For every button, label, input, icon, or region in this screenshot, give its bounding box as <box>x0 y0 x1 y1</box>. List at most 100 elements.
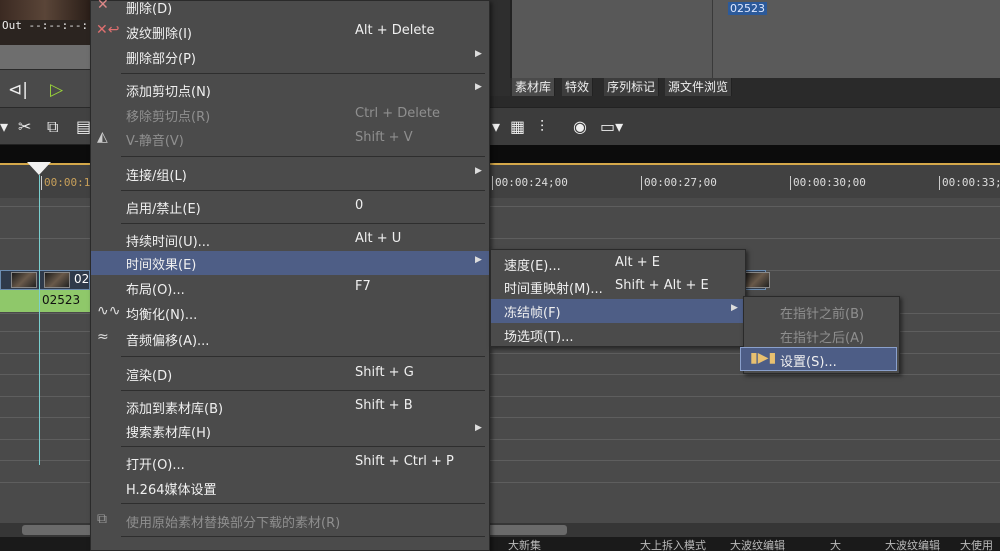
menu-item-label: 速度(E)... <box>504 259 561 274</box>
status-item: 大新集 <box>508 539 541 551</box>
menu-item-label: 添加剪切点(N) <box>126 85 211 100</box>
submenu-arrow-icon: ▶ <box>475 49 482 59</box>
ruler-tick: 00:00:27;00 <box>641 176 717 190</box>
audio-offset-icon: ≈ <box>97 329 109 345</box>
submenu-arrow-icon: ▶ <box>475 166 482 176</box>
submenu-arrow-icon: ▶ <box>475 255 482 265</box>
scissors-icon[interactable]: ✂ <box>18 117 31 136</box>
menu-item-video-mute[interactable]: ◭ V-静音(V) Shift + V <box>91 127 489 151</box>
clip-thumbnail <box>11 272 37 288</box>
clip-thumbnail <box>744 272 770 288</box>
menu-separator <box>121 73 485 74</box>
vectorscope-icon[interactable]: ◉ <box>573 117 587 136</box>
menu-item-shortcut: 0 <box>355 198 364 213</box>
menu-item-before-pointer[interactable]: 在指针之前(B) <box>744 300 899 324</box>
menu-item-label: 在指针之前(B) <box>780 307 865 322</box>
menu-item-shortcut: Shift + V <box>355 130 413 145</box>
status-item: 大使用帧 <box>960 539 993 551</box>
status-item: 大波纹编辑 <box>885 539 940 551</box>
monitor-strip <box>0 45 90 69</box>
menu-item-link-group[interactable]: 连接/组(L) ▶ <box>91 162 489 186</box>
tab-sequence-markers[interactable]: 序列标记 <box>604 78 660 96</box>
tab-bin[interactable]: 素材库 <box>512 78 556 96</box>
freeze-frame-submenu: 在指针之前(B) 在指针之后(A) ▮▶▮ 设置(S)... <box>740 296 900 374</box>
menu-item-h264-settings[interactable]: H.264媒体设置 <box>91 476 489 500</box>
menu-item-time-effect[interactable]: 时间效果(E) ▶ <box>91 251 489 275</box>
dropdown-icon[interactable]: ▾ <box>492 117 500 136</box>
menu-item-label: 渲染(D) <box>126 369 173 384</box>
menu-item-enable-disable[interactable]: 启用/禁止(E) 0 <box>91 195 489 219</box>
menu-item-open[interactable]: 打开(O)... Shift + Ctrl + P <box>91 451 489 475</box>
copy-icon[interactable]: ⧉ <box>47 117 58 137</box>
menu-item-freeze-settings[interactable]: ▮▶▮ 设置(S)... <box>740 347 897 371</box>
window-menu-icon[interactable]: ▭▾ <box>600 117 623 136</box>
menu-item-label: 场选项(T)... <box>504 330 574 345</box>
paste-icon[interactable]: ▤ <box>76 117 91 136</box>
menu-item-audio-offset[interactable]: ≈ 音频偏移(A)... <box>91 327 489 351</box>
play-icon[interactable]: ▷ <box>50 80 63 100</box>
tab-source-browser[interactable]: 源文件浏览 <box>665 78 733 96</box>
menu-item-label: 添加到素材库(B) <box>126 402 224 417</box>
bin-clip-label[interactable]: 02523 <box>728 2 767 15</box>
menu-item-shortcut: Shift + Ctrl + P <box>355 454 454 469</box>
menu-item-replace-source[interactable]: ⧉ 使用原始素材替换部分下载的素材(R) <box>91 509 489 533</box>
menu-item-normalize[interactable]: ∿∿ 均衡化(N)... <box>91 301 489 325</box>
menu-item-remove-cut[interactable]: 移除剪切点(R) Ctrl + Delete <box>91 103 489 127</box>
menu-item-shortcut: F7 <box>355 279 371 294</box>
menu-item-shortcut: Alt + U <box>355 231 402 246</box>
tab-effects[interactable]: 特效 <box>562 78 594 96</box>
menu-item-label: 搜索素材库(H) <box>126 426 211 441</box>
time-effect-submenu: 速度(E)... Alt + E 时间重映射(M)... Shift + Alt… <box>490 249 746 347</box>
step-back-icon[interactable]: ⊲| <box>8 80 28 100</box>
mixer-icon[interactable]: ⫶ <box>540 117 544 137</box>
waveform-icon: ∿∿ <box>97 303 121 319</box>
menu-separator <box>121 503 485 504</box>
menu-item-add-to-bin[interactable]: 添加到素材库(B) Shift + B <box>91 395 489 419</box>
menu-item-freeze-frame[interactable]: 冻结帧(F) ▶ <box>491 299 745 323</box>
menu-item-search-bin[interactable]: 搜索素材库(H) ▶ <box>91 419 489 443</box>
menu-item-render[interactable]: 渲染(D) Shift + G <box>91 362 489 386</box>
video-clip[interactable]: 02 <box>0 270 90 290</box>
menu-item-label: 使用原始素材替换部分下载的素材(R) <box>126 516 341 531</box>
playhead-handle[interactable] <box>27 162 51 175</box>
playhead-line <box>39 175 40 465</box>
menu-item-delete[interactable]: ✕ 删除(D) <box>91 0 489 19</box>
ruler-tick: 00:00:24;00 <box>492 176 568 190</box>
menu-item-after-pointer[interactable]: 在指针之后(A) <box>744 324 899 348</box>
menu-item-label: 打开(O)... <box>126 458 185 473</box>
menu-item-label: 移除剪切点(R) <box>126 110 211 125</box>
menu-item-label: 在指针之后(A) <box>780 331 865 346</box>
clip-thumbnail <box>44 272 70 288</box>
ripple-delete-icon: ✕↩ <box>96 22 120 38</box>
menu-item-label: 持续时间(U)... <box>126 235 211 250</box>
menu-item-shortcut: Alt + E <box>615 255 660 270</box>
menu-item-time-remap[interactable]: 时间重映射(M)... Shift + Alt + E <box>491 275 745 299</box>
menu-item-add-cut[interactable]: 添加剪切点(N) ▶ <box>91 78 489 102</box>
replace-icon: ⧉ <box>97 511 107 527</box>
menu-item-shortcut: Shift + G <box>355 365 414 380</box>
menu-item-label: 连接/组(L) <box>126 169 187 184</box>
dropdown-icon[interactable]: ▾ <box>0 117 8 136</box>
menu-item-field-options[interactable]: 场选项(T)... <box>491 323 745 347</box>
menu-item-ripple-delete[interactable]: ✕↩ 波纹删除(I) Alt + Delete <box>91 20 489 44</box>
submenu-arrow-icon: ▶ <box>475 423 482 433</box>
timeline-toolbar-left: ▾ ✂ ⧉ ▤ <box>0 107 91 145</box>
menu-item-layout[interactable]: 布局(O)... F7 <box>91 276 489 300</box>
ruler-tick: 00:00:33;0 <box>938 176 1000 190</box>
ruler-tick: 00:00:1 <box>40 176 91 190</box>
menu-item-label: H.264媒体设置 <box>126 483 217 498</box>
menu-item-label: 波纹删除(I) <box>126 27 192 42</box>
menu-item-duration[interactable]: 持续时间(U)... Alt + U <box>91 228 489 252</box>
menu-item-delete-part[interactable]: 删除部分(P) ▶ <box>91 45 489 69</box>
film-icon[interactable]: ▦ <box>510 117 525 136</box>
menu-item-label: 时间效果(E) <box>126 258 197 273</box>
status-item: 大波纹编辑 <box>730 539 785 551</box>
menu-item-shortcut: Ctrl + Delete <box>355 106 441 121</box>
menu-separator <box>121 446 485 447</box>
submenu-arrow-icon: ▶ <box>475 82 482 92</box>
menu-item-speed[interactable]: 速度(E)... Alt + E <box>491 252 745 276</box>
video-mute-icon: ◭ <box>97 129 108 145</box>
menu-separator <box>121 223 485 224</box>
timeline-toolbar-right: ▾ ▦ ⫶ ◉ ▭▾ <box>490 107 1000 145</box>
menu-item-shortcut: Alt + Delete <box>355 23 435 38</box>
